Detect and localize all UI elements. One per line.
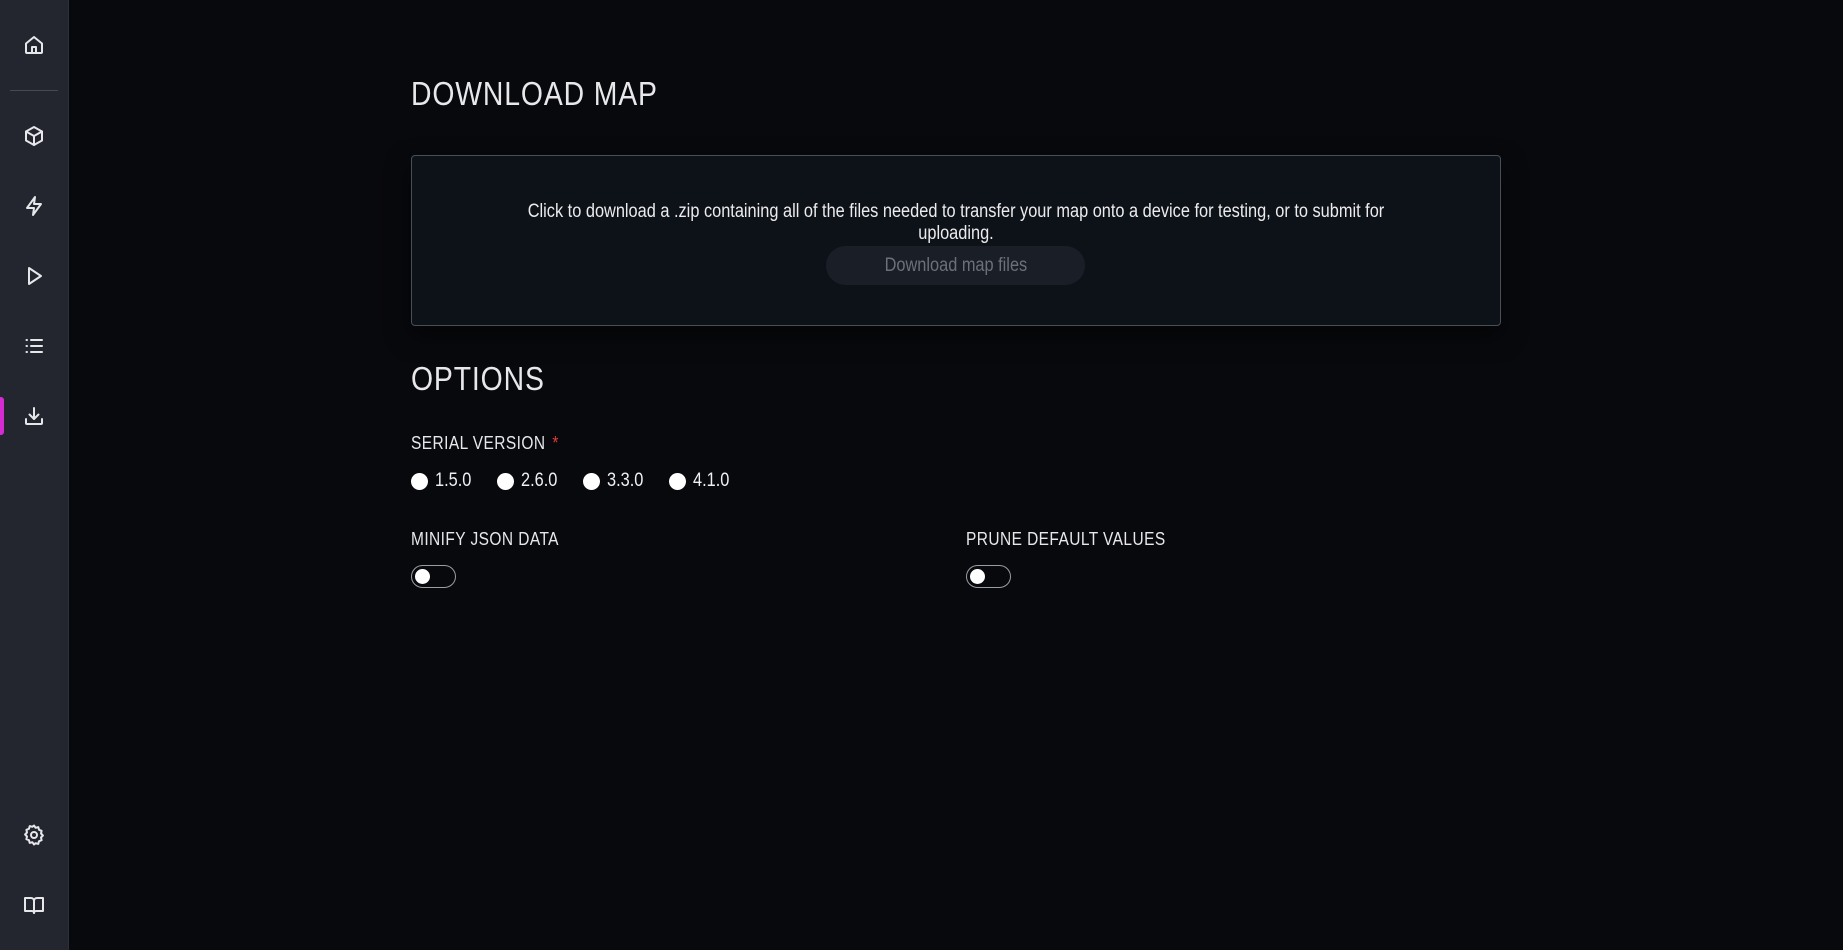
list-icon xyxy=(25,339,43,353)
options-title: OPTIONS xyxy=(411,360,545,397)
sidebar-item-docs[interactable] xyxy=(0,884,68,926)
play-icon xyxy=(28,267,42,285)
sidebar-divider xyxy=(10,90,58,91)
home-icon xyxy=(25,36,43,54)
book-icon xyxy=(24,897,44,914)
lightning-icon xyxy=(26,196,42,216)
download-icon xyxy=(25,407,43,425)
sidebar-item-play[interactable] xyxy=(0,255,68,297)
serial-version-radio-group: 1.5.0 2.6.0 3.3.0 4.1.0 xyxy=(411,468,755,494)
sidebar-item-home[interactable] xyxy=(0,24,68,66)
download-button-label: Download map files xyxy=(884,254,1027,276)
radio-button[interactable] xyxy=(497,472,514,490)
radio-label: 1.5.0 xyxy=(435,470,472,491)
radio-button[interactable] xyxy=(669,472,686,490)
download-card: Click to download a .zip containing all … xyxy=(411,155,1501,326)
gear-icon xyxy=(24,824,44,846)
page-title: DOWNLOAD MAP xyxy=(411,75,658,112)
prune-defaults-label: PRUNE DEFAULT VALUES xyxy=(966,529,1166,549)
serial-version-label: SERIAL VERSION * xyxy=(411,433,559,454)
sidebar xyxy=(0,0,69,950)
download-description: Click to download a .zip containing all … xyxy=(527,201,1385,244)
serial-version-label-text: SERIAL VERSION xyxy=(411,433,546,453)
radio-label: 2.6.0 xyxy=(521,470,558,491)
sidebar-item-list[interactable] xyxy=(0,325,68,367)
prune-defaults-toggle[interactable] xyxy=(966,565,1011,588)
minify-json-toggle[interactable] xyxy=(411,565,456,588)
radio-button[interactable] xyxy=(411,472,428,490)
serial-version-option-2-6-0[interactable]: 2.6.0 xyxy=(497,470,565,492)
download-map-files-button[interactable]: Download map files xyxy=(826,246,1085,285)
cube-icon xyxy=(25,126,43,146)
radio-label: 4.1.0 xyxy=(693,470,730,491)
serial-version-option-3-3-0[interactable]: 3.3.0 xyxy=(583,470,651,492)
required-marker: * xyxy=(552,433,559,453)
radio-label: 3.3.0 xyxy=(607,470,644,491)
sidebar-item-models[interactable] xyxy=(0,115,68,157)
sidebar-item-events[interactable] xyxy=(0,185,68,227)
minify-json-label: MINIFY JSON DATA xyxy=(411,529,559,549)
toggle-knob xyxy=(415,569,430,584)
sidebar-item-settings[interactable] xyxy=(0,814,68,856)
serial-version-option-4-1-0[interactable]: 4.1.0 xyxy=(669,470,737,492)
toggle-knob xyxy=(970,569,985,584)
serial-version-option-1-5-0[interactable]: 1.5.0 xyxy=(411,470,479,492)
sidebar-item-download[interactable] xyxy=(0,395,68,437)
radio-button[interactable] xyxy=(583,472,600,490)
